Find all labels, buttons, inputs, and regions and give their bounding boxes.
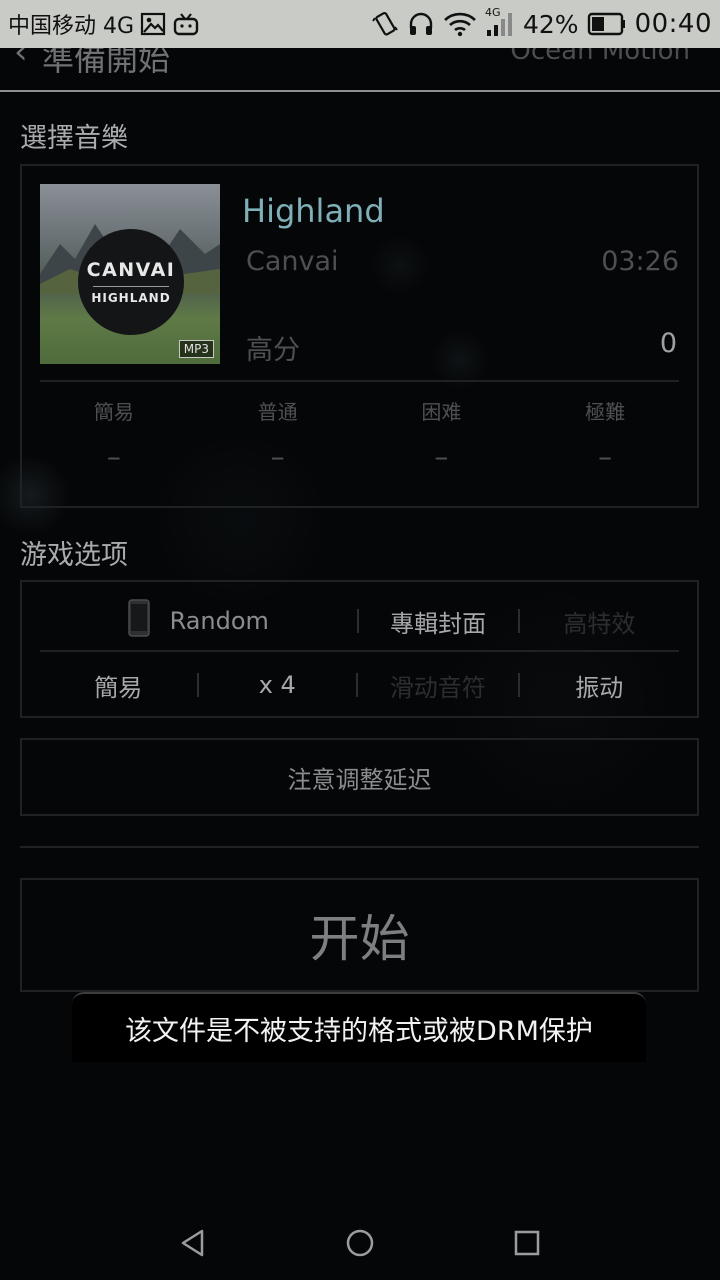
- album-artist-text: CANVAI: [86, 259, 176, 281]
- mode-label: Random: [169, 607, 269, 635]
- carrier-label: 中国移动 4G: [8, 14, 135, 39]
- album-cover-toggle[interactable]: 專輯封面: [359, 604, 518, 639]
- header-right-label[interactable]: Ocean Motion: [510, 48, 690, 66]
- high-score-value: 0: [659, 328, 677, 359]
- home-circle-icon[interactable]: [330, 1213, 390, 1273]
- options-row-1: Random 專輯封面 高特效: [40, 588, 679, 654]
- song-title: Highland: [242, 192, 385, 230]
- music-section-title: 選擇音樂: [20, 123, 128, 154]
- difficulty-name: 簡易: [93, 400, 134, 424]
- wifi-icon: [443, 10, 477, 38]
- clock: 00:40: [634, 9, 712, 39]
- difficulty-name: 普通: [257, 400, 298, 424]
- difficulty-easy: 簡易 –: [32, 396, 196, 473]
- tv-icon: [172, 11, 200, 37]
- options-panel: Random 專輯封面 高特效 簡易 x 4 滑动音符 振动: [20, 580, 699, 718]
- top-bar: ‹ 準備開始 Ocean Motion: [0, 48, 720, 92]
- phone-icon: [127, 599, 150, 643]
- difficulty-score: –: [598, 440, 613, 473]
- album-name-text: HIGHLAND: [91, 291, 171, 305]
- album-cover: CANVAI HIGHLAND MP3: [40, 184, 220, 364]
- recents-square-icon[interactable]: [497, 1213, 557, 1273]
- difficulty-normal: 普通 –: [196, 396, 360, 473]
- difficulty-toggle[interactable]: 簡易: [40, 668, 197, 703]
- difficulty-extreme: 極難 –: [523, 396, 687, 473]
- divider: [40, 380, 679, 382]
- battery-percent: 42%: [522, 9, 579, 39]
- network-badge: 4G: [484, 6, 501, 19]
- difficulty-score: –: [270, 440, 285, 473]
- adjust-delay-button[interactable]: 注意调整延迟: [20, 738, 699, 816]
- toast-message: 该文件是不被支持的格式或被DRM保护: [72, 992, 646, 1062]
- album-logo: CANVAI HIGHLAND: [78, 229, 184, 335]
- image-icon: [140, 11, 166, 37]
- status-bar: 中国移动 4G 4G 42% 00:40: [0, 0, 720, 48]
- song-duration: 03:26: [601, 246, 679, 277]
- difficulty-scores: 簡易 – 普通 – 困难 – 極難 –: [32, 396, 687, 473]
- high-effects-toggle[interactable]: 高特效: [520, 604, 679, 639]
- speed-toggle[interactable]: x 4: [199, 671, 357, 699]
- navigation-bar: [0, 1206, 720, 1280]
- options-section-title: 游戏选项: [20, 540, 128, 571]
- slide-notes-toggle[interactable]: 滑动音符: [358, 668, 518, 703]
- song-panel[interactable]: CANVAI HIGHLAND MP3 Highland Canvai 03:2…: [20, 164, 699, 508]
- options-row-2: 簡易 x 4 滑动音符 振动: [40, 652, 679, 718]
- start-button[interactable]: 开始: [20, 878, 699, 992]
- high-score-label: 高分: [246, 335, 300, 366]
- back-triangle-icon[interactable]: [163, 1213, 223, 1273]
- page-title: 準備開始: [42, 48, 171, 78]
- difficulty-score: –: [106, 440, 121, 473]
- difficulty-name: 極難: [585, 400, 626, 424]
- format-badge: MP3: [178, 340, 214, 358]
- difficulty-hard: 困难 –: [360, 396, 524, 473]
- chevron-left-icon[interactable]: ‹: [14, 48, 28, 72]
- vibration-toggle[interactable]: 振动: [520, 668, 680, 703]
- difficulty-name: 困难: [421, 400, 462, 424]
- divider: [20, 846, 699, 848]
- difficulty-score: –: [434, 440, 449, 473]
- signal-icon: 4G: [485, 6, 515, 38]
- mode-option[interactable]: Random: [40, 599, 357, 643]
- headphones-icon: [407, 10, 435, 38]
- battery-icon: [587, 11, 627, 37]
- vibrate-icon: [371, 10, 399, 38]
- song-artist: Canvai: [246, 246, 339, 277]
